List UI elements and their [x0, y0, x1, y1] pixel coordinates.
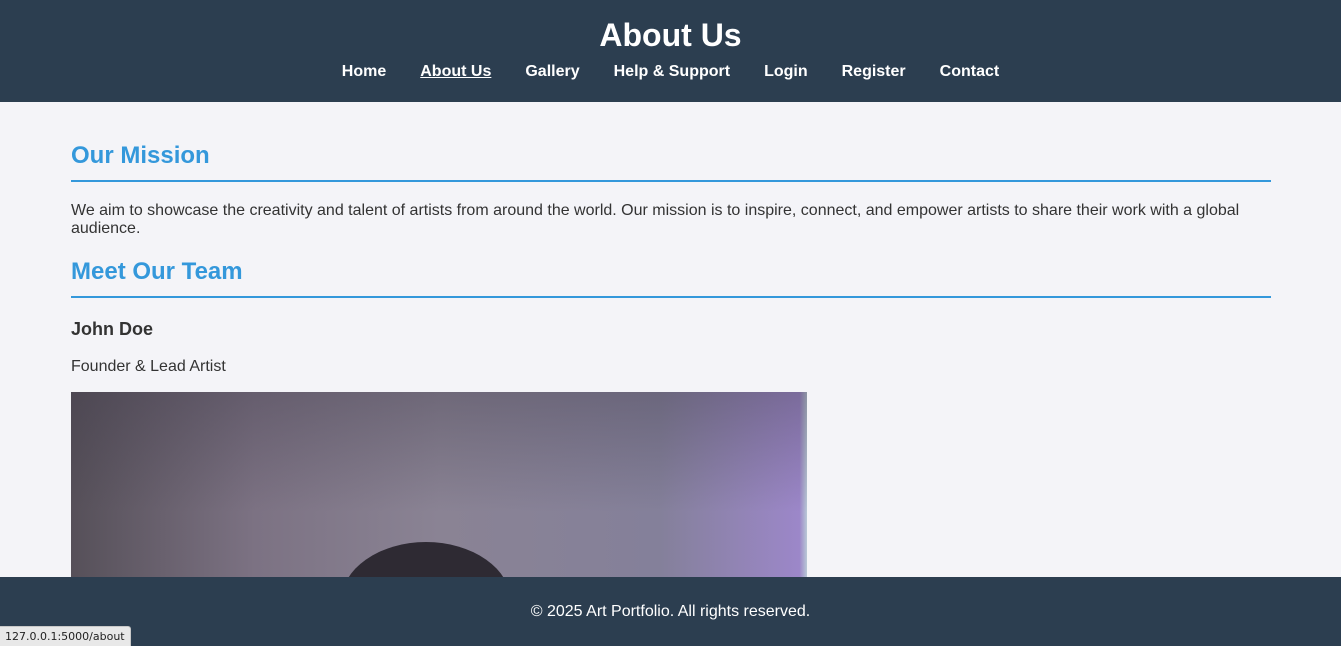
nav-help-support[interactable]: Help & Support [614, 62, 730, 82]
mission-heading: Our Mission [71, 142, 1271, 182]
team-section: Meet Our Team John Doe Founder & Lead Ar… [71, 258, 1271, 592]
site-footer: © 2025 Art Portfolio. All rights reserve… [0, 577, 1341, 646]
mission-section: Our Mission We aim to showcase the creat… [71, 142, 1271, 238]
mission-text: We aim to showcase the creativity and ta… [71, 202, 1240, 237]
nav-home[interactable]: Home [342, 62, 386, 82]
page-title: About Us [599, 17, 742, 53]
nav-contact[interactable]: Contact [940, 62, 1000, 82]
nav-login[interactable]: Login [764, 62, 808, 82]
footer-copyright: © 2025 Art Portfolio. All rights reserve… [530, 603, 811, 620]
member-photo [71, 392, 807, 592]
nav-register[interactable]: Register [842, 62, 906, 82]
member-name: John Doe [71, 319, 154, 339]
member-role: Founder & Lead Artist [71, 358, 226, 375]
nav-about-us[interactable]: About Us [420, 62, 491, 82]
main-nav: Home About Us Gallery Help & Support Log… [0, 62, 1341, 82]
main-content: Our Mission We aim to showcase the creat… [0, 142, 1341, 592]
team-member-card: John Doe Founder & Lead Artist [71, 318, 1271, 592]
nav-gallery[interactable]: Gallery [525, 62, 579, 82]
team-heading: Meet Our Team [71, 258, 1271, 298]
site-header: About Us Home About Us Gallery Help & Su… [0, 0, 1341, 102]
status-bar-url: 127.0.0.1:5000/about [0, 626, 131, 646]
